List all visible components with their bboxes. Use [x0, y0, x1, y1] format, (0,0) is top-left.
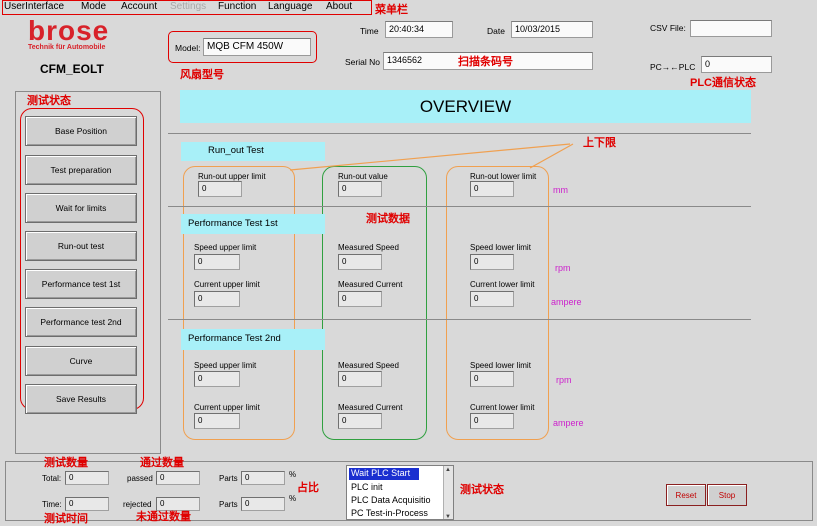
passed-field: 0 [156, 471, 200, 485]
pass-count-annotation: 通过数量 [140, 457, 184, 469]
total-label: Total: [42, 474, 62, 483]
test-preparation-button[interactable]: Test preparation [25, 155, 137, 185]
runout-upper-field: 0 [198, 181, 242, 197]
passed-label: passed [127, 474, 153, 483]
ratio-annotation: 占比 [297, 482, 319, 494]
performance-test-2nd-button[interactable]: Performance test 2nd [25, 307, 137, 337]
perf1-measured-speed-label: Measured Speed [338, 243, 399, 252]
test-time-annotation: 测试时间 [44, 513, 88, 525]
perf1-speed-upper-field: 0 [194, 254, 240, 270]
pct2-label: % [289, 494, 297, 503]
time-stat-label: Time: [42, 500, 62, 509]
runout-unit: mm [553, 185, 568, 195]
pct1-label: % [289, 470, 297, 479]
status-scrollbar[interactable]: ▲ ▼ [443, 466, 453, 519]
reset-button[interactable]: Reset [666, 484, 706, 506]
barcode-annotation: 扫描条码号 [458, 56, 513, 68]
plc-label: PC→←PLC [650, 62, 696, 72]
perf2-current-upper-field: 0 [194, 413, 240, 429]
perf1-title: Performance Test 1st [181, 214, 325, 234]
status-list-annotation: 测试状态 [460, 484, 504, 496]
perf2-measured-current-label: Measured Current [338, 403, 403, 412]
overview-title: OVERVIEW [180, 90, 751, 123]
perf1-measured-current-field: 0 [338, 291, 382, 307]
perf2-current-lower-label: Current lower limit [470, 403, 535, 412]
perf2-measured-speed-label: Measured Speed [338, 361, 399, 370]
divider-perf1 [168, 319, 751, 320]
model-field[interactable]: MQB CFM 450W [203, 38, 311, 56]
runout-lower-field: 0 [470, 181, 514, 197]
status-item[interactable]: PC Test-in-Process [351, 508, 428, 518]
runout-value-field: 0 [338, 181, 382, 197]
time-field: 20:40:34 [385, 21, 453, 38]
csv-field[interactable] [690, 20, 772, 37]
perf1-current-upper-label: Current upper limit [194, 280, 260, 289]
perf2-measured-current-field: 0 [338, 413, 382, 429]
status-item[interactable]: PLC Data Acquisitio [351, 495, 431, 505]
status-item[interactable]: PLC init [351, 482, 383, 492]
runout-value-label: Run-out value [338, 172, 388, 181]
perf1-speed-upper-label: Speed upper limit [194, 243, 257, 252]
csv-label: CSV File: [650, 23, 686, 33]
wait-for-limits-button[interactable]: Wait for limits [25, 193, 137, 223]
divider-runout [168, 206, 751, 207]
time-stat-field: 0 [65, 497, 109, 511]
run-out-test-button[interactable]: Run-out test [25, 231, 137, 261]
parts1-field: 0 [241, 471, 285, 485]
model-annotation: 风扇型号 [180, 69, 224, 81]
perf1-measured-current-label: Measured Current [338, 280, 403, 289]
serial-label: Serial No [345, 57, 380, 67]
scroll-up-icon[interactable]: ▲ [445, 467, 451, 473]
perf2-current-unit: ampere [553, 418, 584, 428]
perf2-title: Performance Test 2nd [181, 329, 325, 350]
perf2-measured-speed-field: 0 [338, 371, 382, 387]
perf1-current-unit: ampere [551, 297, 582, 307]
plc-field: 0 [701, 56, 772, 73]
status-item-selected[interactable]: Wait PLC Start [349, 468, 419, 480]
test-data-annotation: 测试数据 [366, 213, 410, 225]
perf1-current-lower-field: 0 [470, 291, 514, 307]
status-listbox[interactable]: Wait PLC Start PLC init PLC Data Acquisi… [346, 465, 454, 520]
performance-test-1st-button[interactable]: Performance test 1st [25, 269, 137, 299]
divider-top [168, 133, 751, 134]
stop-button[interactable]: Stop [707, 484, 747, 506]
perf2-speed-upper-label: Speed upper limit [194, 361, 257, 370]
perf1-current-upper-field: 0 [194, 291, 240, 307]
perf1-speed-unit: rpm [555, 263, 571, 273]
brand-tagline: Technik für Automobile [28, 44, 106, 51]
scroll-down-icon[interactable]: ▼ [445, 514, 451, 519]
app-name: CFM_EOLT [40, 62, 104, 76]
runout-lower-label: Run-out lower limit [470, 172, 537, 181]
runout-title: Run_out Test [181, 142, 325, 161]
brand-name: brose [28, 15, 110, 46]
perf2-current-upper-label: Current upper limit [194, 403, 260, 412]
perf1-speed-lower-label: Speed lower limit [470, 243, 531, 252]
brand-logo: brose Technik für Automobile [28, 15, 113, 52]
time-label: Time [360, 26, 379, 36]
perf1-current-lower-label: Current lower limit [470, 280, 535, 289]
total-field: 0 [65, 471, 109, 485]
base-position-button[interactable]: Base Position [25, 116, 137, 146]
save-results-button[interactable]: Save Results [25, 384, 137, 414]
date-field: 10/03/2015 [511, 21, 593, 38]
curve-button[interactable]: Curve [25, 346, 137, 376]
test-count-annotation: 测试数量 [44, 457, 88, 469]
perf2-speed-lower-label: Speed lower limit [470, 361, 531, 370]
perf2-speed-upper-field: 0 [194, 371, 240, 387]
limits-annotation: 上下限 [583, 137, 616, 149]
menubar-annotation-box [2, 0, 372, 15]
date-label: Date [487, 26, 505, 36]
model-label: Model: [175, 43, 201, 53]
perf2-speed-unit: rpm [556, 375, 572, 385]
perf1-measured-speed-field: 0 [338, 254, 382, 270]
perf1-speed-lower-field: 0 [470, 254, 514, 270]
runout-upper-label: Run-out upper limit [198, 172, 266, 181]
menubar-annotation: 菜单栏 [375, 4, 408, 16]
perf2-current-lower-field: 0 [470, 413, 514, 429]
parts1-label: Parts [219, 474, 238, 483]
plc-annotation: PLC通信状态 [690, 77, 756, 89]
parts2-label: Parts [219, 500, 238, 509]
parts2-field: 0 [241, 497, 285, 511]
perf2-speed-lower-field: 0 [470, 371, 514, 387]
